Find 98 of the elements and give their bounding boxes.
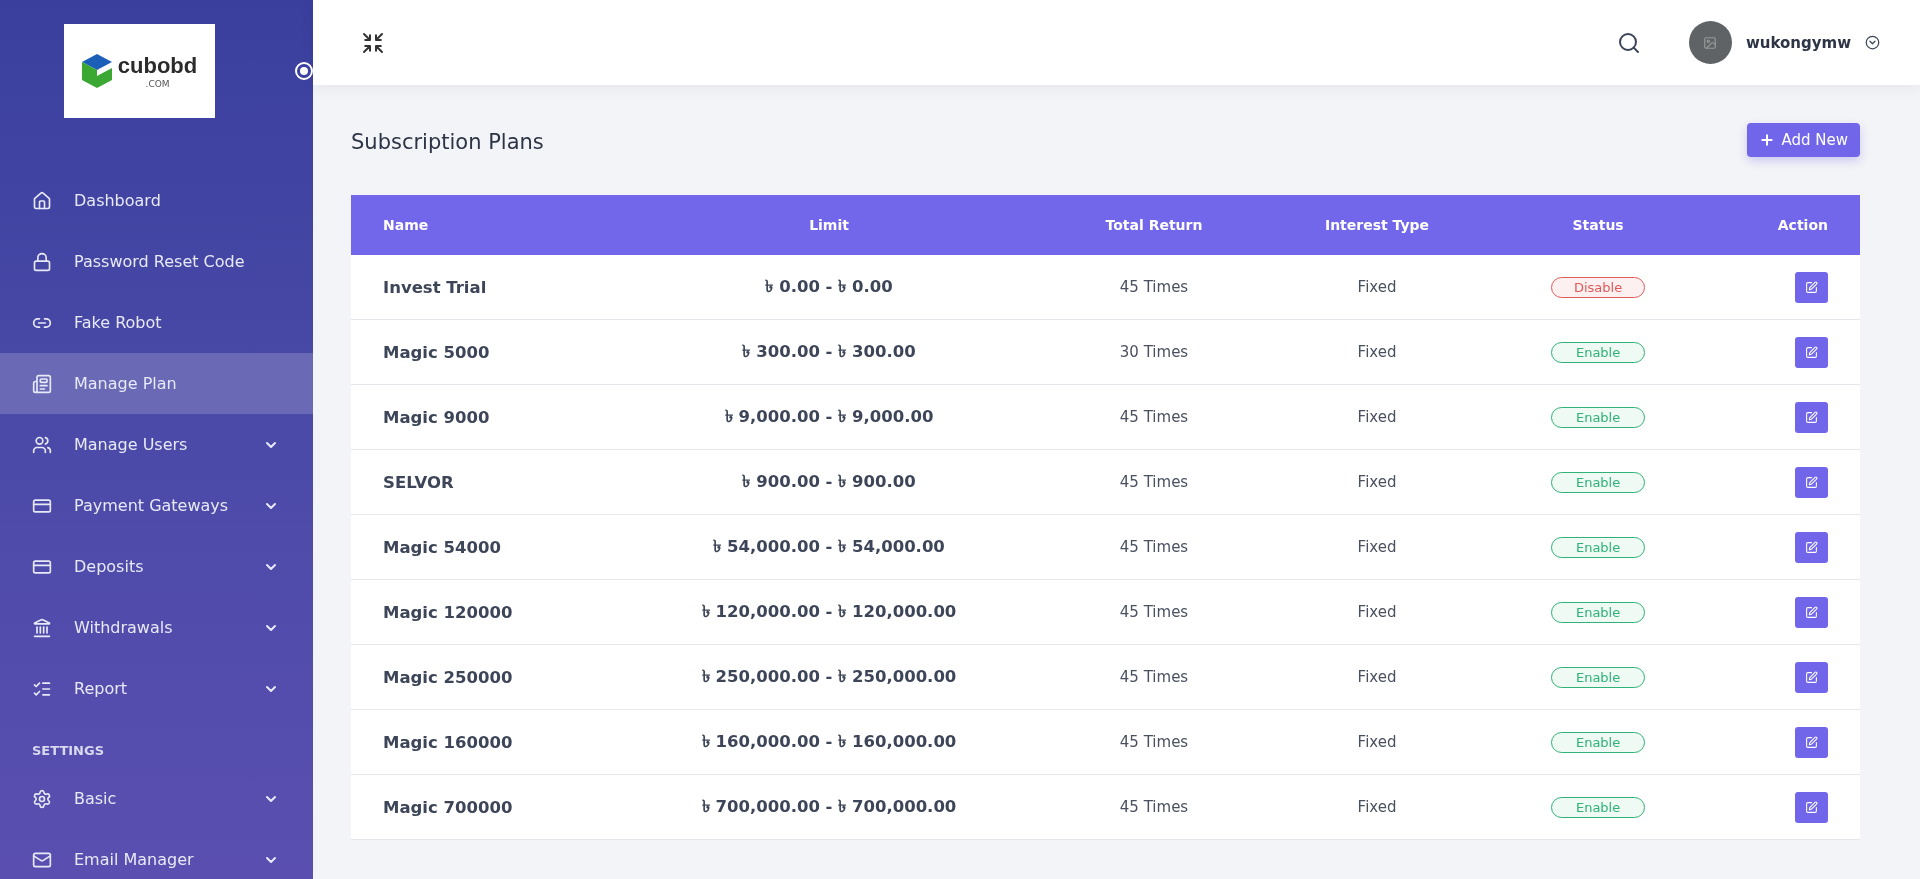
- status-badge: Enable: [1551, 471, 1646, 493]
- table-cell: Magic 54000: [351, 514, 614, 580]
- sidebar-item[interactable]: Password Reset Code: [0, 231, 313, 292]
- table-cell: Fixed: [1263, 319, 1491, 385]
- sidebar-item[interactable]: Basic: [0, 768, 313, 829]
- page-title: Subscription Plans: [351, 129, 544, 154]
- sidebar-item[interactable]: Manage Users: [0, 414, 313, 475]
- table-cell: 45 Times: [1044, 514, 1264, 580]
- bank-icon: [32, 617, 52, 638]
- sidebar-item[interactable]: Dashboard: [0, 170, 313, 231]
- column-header: Interest Type: [1263, 195, 1491, 255]
- table-cell: Magic 700000: [351, 774, 614, 840]
- edit-button[interactable]: [1795, 791, 1828, 823]
- username[interactable]: wukongymw: [1745, 33, 1851, 52]
- status-badge: Enable: [1551, 601, 1646, 623]
- status-badge: Enable: [1551, 731, 1646, 753]
- edit-icon: [1805, 735, 1818, 749]
- table-cell: ৳ 300.00 - ৳ 300.00: [613, 319, 1045, 385]
- column-header: Limit: [613, 195, 1045, 255]
- column-header: Status: [1491, 195, 1706, 255]
- table-cell: ৳ 700,000.00 - ৳ 700,000.00: [613, 774, 1045, 840]
- table-cell: Magic 250000: [351, 644, 614, 710]
- table-cell: Fixed: [1263, 709, 1491, 775]
- edit-button[interactable]: [1795, 271, 1828, 303]
- edit-button[interactable]: [1795, 401, 1828, 433]
- column-header: Name: [351, 195, 614, 255]
- status-badge: Disable: [1551, 276, 1646, 298]
- home-icon: [32, 190, 52, 211]
- add-new-button[interactable]: Add New: [1747, 123, 1860, 157]
- sidebar-item[interactable]: Withdrawals: [0, 597, 313, 658]
- cube-icon: [81, 54, 112, 88]
- table-cell: Magic 9000: [351, 384, 614, 450]
- edit-icon: [1805, 605, 1818, 619]
- table-cell: 45 Times: [1044, 384, 1264, 450]
- table-cell: 45 Times: [1044, 449, 1264, 515]
- column-header: Action: [1705, 195, 1860, 255]
- table-cell: 45 Times: [1044, 255, 1264, 320]
- table-cell: SELVOR: [351, 449, 614, 515]
- sidebar-item[interactable]: Deposits: [0, 536, 313, 597]
- edit-icon: [1805, 475, 1818, 489]
- table-cell: Magic 160000: [351, 709, 614, 775]
- table-cell: Fixed: [1263, 579, 1491, 645]
- table-cell: 45 Times: [1044, 644, 1264, 710]
- status-badge: Enable: [1551, 406, 1646, 428]
- avatar[interactable]: [1688, 21, 1732, 64]
- table-cell: Fixed: [1263, 774, 1491, 840]
- table-cell: ৳ 120,000.00 - ৳ 120,000.00: [613, 579, 1045, 645]
- table-cell: 30 Times: [1044, 319, 1264, 385]
- document-icon: [32, 373, 52, 394]
- sidebar-item[interactable]: Fake Robot: [0, 292, 313, 353]
- table-cell: Magic 120000: [351, 579, 614, 645]
- edit-icon: [1805, 540, 1818, 554]
- table-cell: Fixed: [1263, 384, 1491, 450]
- status-badge: Enable: [1551, 666, 1646, 688]
- table-cell: Fixed: [1263, 644, 1491, 710]
- table-cell: ৳ 160,000.00 - ৳ 160,000.00: [613, 709, 1045, 775]
- table-cell: ৳ 9,000.00 - ৳ 9,000.00: [613, 384, 1045, 450]
- edit-button[interactable]: [1795, 531, 1828, 563]
- section-heading: SETTINGS: [31, 742, 106, 760]
- dropdown-icon[interactable]: [1865, 35, 1880, 50]
- table-cell: Magic 5000: [351, 319, 614, 385]
- sidebar-item[interactable]: Email Manager: [0, 829, 313, 879]
- status-badge: Enable: [1551, 796, 1646, 818]
- image-icon: [1703, 35, 1718, 50]
- edit-button[interactable]: [1795, 336, 1828, 368]
- edit-button[interactable]: [1795, 726, 1828, 758]
- table-cell: Fixed: [1263, 514, 1491, 580]
- sidebar-item[interactable]: Manage Plan: [0, 353, 313, 414]
- lock-icon: [32, 251, 52, 272]
- search-icon[interactable]: [1616, 30, 1641, 55]
- table-cell: ৳ 0.00 - ৳ 0.00: [613, 255, 1045, 320]
- sidebar-item[interactable]: Report: [0, 658, 313, 719]
- edit-icon: [1805, 670, 1818, 684]
- status-badge: Enable: [1551, 536, 1646, 558]
- edit-icon: [1805, 345, 1818, 359]
- sidebar-item[interactable]: Payment Gateways: [0, 475, 313, 536]
- settings-icon: [32, 788, 52, 809]
- table-cell: 45 Times: [1044, 579, 1264, 645]
- table-cell: ৳ 250,000.00 - ৳ 250,000.00: [613, 644, 1045, 710]
- logo-text: cubobd: [117, 53, 198, 79]
- edit-icon: [1805, 280, 1818, 294]
- edit-button[interactable]: [1795, 596, 1828, 628]
- edit-button[interactable]: [1795, 466, 1828, 498]
- table-cell: 45 Times: [1044, 709, 1264, 775]
- table-cell: ৳ 900.00 - ৳ 900.00: [613, 449, 1045, 515]
- table-cell: 45 Times: [1044, 774, 1264, 840]
- table-cell: Fixed: [1263, 449, 1491, 515]
- table-cell: Fixed: [1263, 255, 1491, 320]
- table-cell: ৳ 54,000.00 - ৳ 54,000.00: [613, 514, 1045, 580]
- status-badge: Enable: [1551, 341, 1646, 363]
- edit-button[interactable]: [1795, 661, 1828, 693]
- edit-icon: [1805, 410, 1818, 424]
- edit-icon: [1805, 800, 1818, 814]
- collapse-icon[interactable]: [361, 30, 385, 55]
- users-icon: [32, 434, 52, 455]
- table-cell: Invest Trial: [351, 255, 614, 320]
- logo-subtext: .COM: [145, 79, 170, 89]
- column-header: Total Return: [1044, 195, 1264, 255]
